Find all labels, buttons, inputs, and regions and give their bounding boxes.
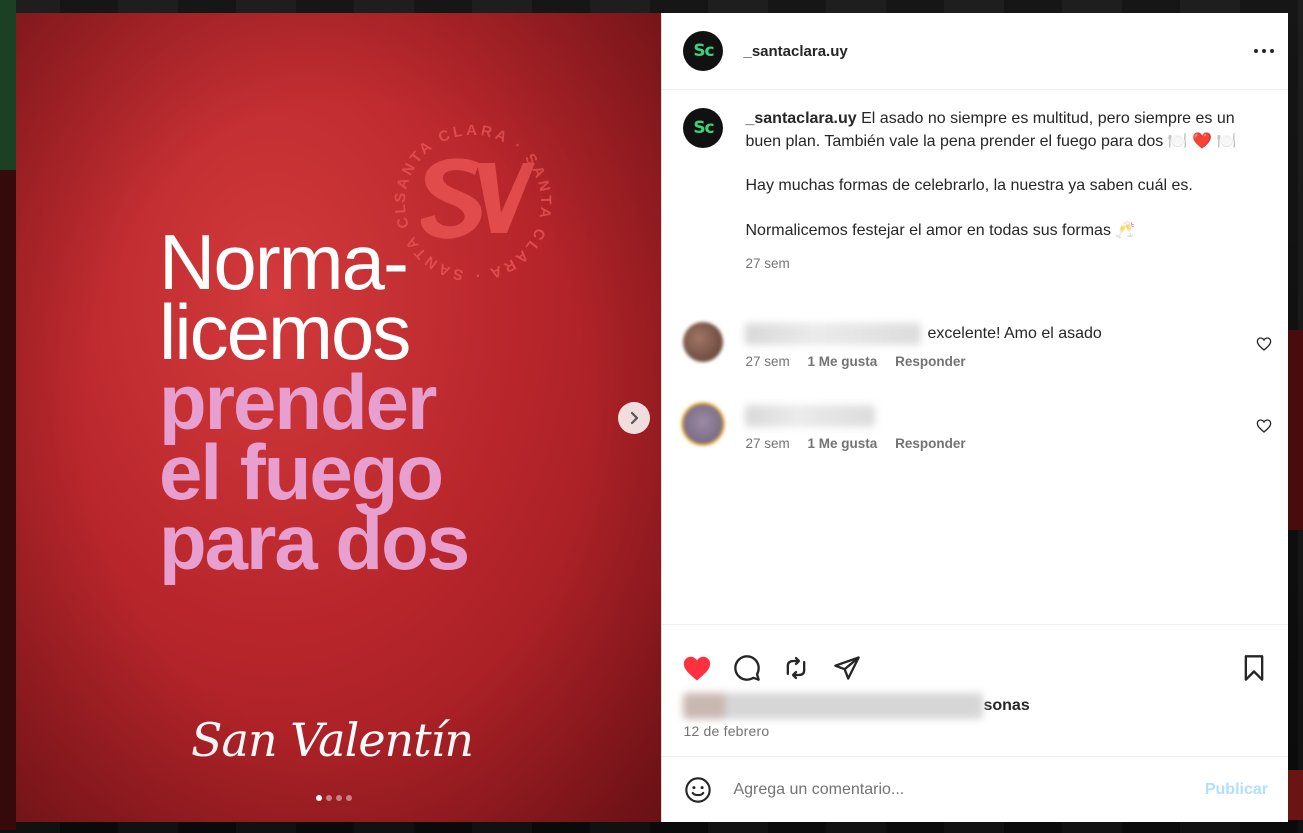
send-paper-plane-icon bbox=[834, 656, 861, 680]
comment-item: excelente! Amo el asado 27 sem 1 Me gust… bbox=[683, 322, 1272, 369]
post-header: Sc _santaclara.uy bbox=[662, 13, 1288, 90]
commenter-username-blurred[interactable] bbox=[745, 323, 922, 345]
carousel-dot bbox=[326, 795, 332, 801]
likes-blurred-names bbox=[683, 693, 984, 719]
headline-line-2: licemos bbox=[159, 288, 411, 376]
headline-line-1: Norma- bbox=[159, 218, 409, 306]
share-button[interactable] bbox=[831, 652, 863, 684]
repost-icon bbox=[787, 656, 806, 680]
carousel-dot bbox=[316, 795, 322, 801]
heart-filled-icon bbox=[684, 656, 711, 681]
caption-avatar[interactable]: Sc bbox=[683, 108, 724, 148]
comment-item: 27 sem 1 Me gusta Responder bbox=[683, 404, 1272, 451]
caption-paragraph-3: Normalicemos festejar el amor en todas s… bbox=[745, 221, 1136, 239]
post-media: SANTA CLARA · SANTA CLARA · SANTA CLARA … bbox=[16, 13, 662, 822]
publish-button[interactable]: Publicar bbox=[1205, 781, 1268, 799]
author-avatar[interactable]: Sc bbox=[683, 31, 724, 71]
comment-likes[interactable]: 1 Me gusta bbox=[808, 436, 878, 451]
reply-button[interactable]: Responder bbox=[895, 354, 966, 369]
chevron-right-icon bbox=[630, 411, 639, 425]
comment-time[interactable]: 27 sem bbox=[745, 354, 789, 369]
caption-username[interactable]: _santaclara.uy bbox=[745, 110, 856, 127]
comment-likes[interactable]: 1 Me gusta bbox=[808, 354, 878, 369]
commenter-username-blurred[interactable] bbox=[745, 405, 876, 427]
reply-button[interactable]: Responder bbox=[895, 436, 966, 451]
post-caption: Sc _santaclara.uy El asado no siempre es… bbox=[683, 108, 1258, 276]
comment-bubble-icon bbox=[734, 655, 761, 681]
comment-input[interactable] bbox=[731, 780, 1176, 800]
headline-line-4: el fuego bbox=[159, 428, 444, 516]
caption-paragraph-2: Hay muchas formas de celebrarlo, la nues… bbox=[745, 177, 1193, 194]
caption-time[interactable]: 27 sem bbox=[745, 256, 789, 271]
carousel-indicator bbox=[316, 795, 352, 801]
comments-section: Sc _santaclara.uy El asado no siempre es… bbox=[662, 90, 1288, 623]
comment-button[interactable] bbox=[731, 652, 763, 684]
comment-composer: Publicar bbox=[662, 756, 1288, 823]
post-modal: SANTA CLARA · SANTA CLARA · SANTA CLARA … bbox=[16, 13, 1288, 822]
carousel-dot bbox=[336, 795, 342, 801]
likes-summary[interactable]: sonas bbox=[683, 693, 1030, 719]
headline-line-3: prender bbox=[159, 358, 437, 446]
author-username[interactable]: _santaclara.uy bbox=[743, 43, 847, 60]
commenter-avatar-story-ring[interactable] bbox=[683, 404, 724, 444]
next-slide-button[interactable] bbox=[618, 402, 650, 434]
more-horizontal-icon[interactable] bbox=[1252, 41, 1276, 61]
post-side-panel: Sc _santaclara.uy Sc _santaclara.uy El a… bbox=[661, 13, 1288, 822]
caption-emojis: 🍽️ ❤️ 🍽️ bbox=[1167, 132, 1237, 150]
post-date[interactable]: 12 de febrero bbox=[683, 723, 769, 739]
comment-time[interactable]: 27 sem bbox=[745, 436, 789, 451]
likes-text: sonas bbox=[983, 697, 1030, 714]
emoji-picker-button[interactable] bbox=[683, 775, 713, 805]
bookmark-icon bbox=[1244, 655, 1264, 681]
smiley-icon bbox=[685, 777, 712, 803]
like-button[interactable] bbox=[681, 652, 713, 684]
post-headline: Norma- licemos prender el fuego para dos bbox=[159, 218, 470, 586]
headline-line-5: para dos bbox=[159, 498, 470, 586]
san-valentin-script: San Valentín bbox=[191, 713, 474, 767]
carousel-dot bbox=[346, 795, 352, 801]
comment-like-heart-icon[interactable] bbox=[1256, 336, 1272, 352]
save-button[interactable] bbox=[1238, 652, 1270, 684]
comment-like-heart-icon[interactable] bbox=[1256, 418, 1272, 434]
comment-text: excelente! Amo el asado bbox=[927, 325, 1102, 342]
commenter-avatar[interactable] bbox=[683, 322, 724, 362]
repost-button[interactable] bbox=[780, 652, 812, 684]
